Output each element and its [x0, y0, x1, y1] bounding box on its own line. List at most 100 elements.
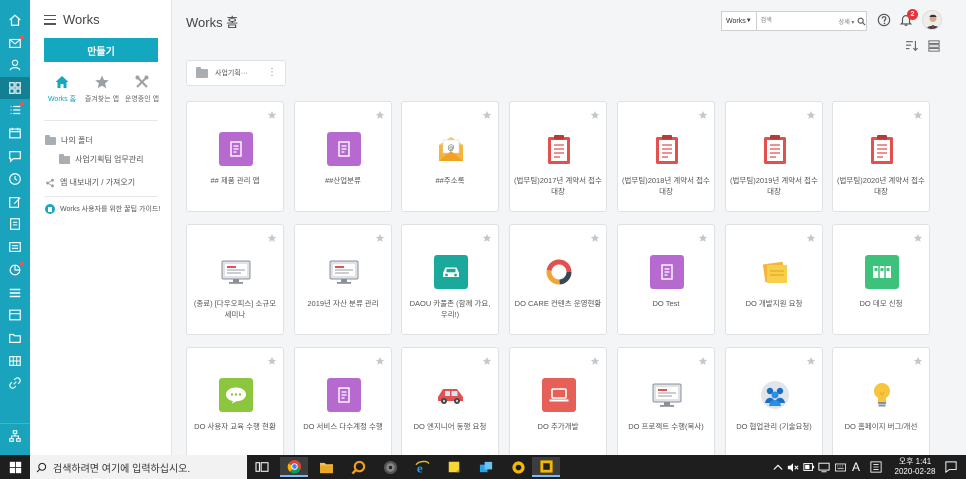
- app-tile[interactable]: @ ##주소록: [401, 101, 499, 212]
- app-tile[interactable]: DO 협업관리 (기술요청): [725, 347, 823, 455]
- avatar[interactable]: [922, 10, 942, 30]
- grid-table-icon[interactable]: [0, 350, 30, 372]
- stack-icon[interactable]: [0, 282, 30, 304]
- app-tile[interactable]: DO 프로젝트 수행(복사): [617, 347, 715, 455]
- detail-search-toggle[interactable]: 상세 ▾: [839, 17, 858, 26]
- favorite-star-icon[interactable]: [806, 353, 816, 365]
- hamburger-menu-icon[interactable]: [44, 14, 56, 25]
- help-icon[interactable]: [877, 13, 891, 27]
- tab-works-home[interactable]: Works 홈: [42, 74, 82, 104]
- app-tile[interactable]: ##산업분류: [294, 101, 392, 212]
- app-tile[interactable]: (법무팀)2018년 계약서 접수 대장: [617, 101, 715, 212]
- magnifier-app-icon[interactable]: [344, 457, 372, 477]
- taskbar-search-box[interactable]: 검색하려면 여기에 입력하십시오.: [30, 455, 247, 479]
- contacts-icon[interactable]: [0, 54, 30, 76]
- my-folder-item[interactable]: 나의 폴더: [45, 134, 93, 146]
- board-icon[interactable]: [0, 236, 30, 258]
- favorite-star-icon[interactable]: [913, 353, 923, 365]
- internet-explorer-icon[interactable]: e: [408, 457, 436, 477]
- guide-link[interactable]: Works 사용자를 위한 꿀팁 가이드!: [45, 204, 160, 214]
- app-import-export-item[interactable]: 앱 내보내기 / 가져오기: [45, 177, 135, 188]
- app-tile[interactable]: DO 홈페이지 버그/개선: [832, 347, 930, 455]
- app-tile[interactable]: (법무팀)2019년 계약서 접수 대장: [725, 101, 823, 212]
- subfolder-item[interactable]: 사업기획팀 업무관리: [59, 153, 143, 165]
- link-icon[interactable]: [0, 372, 30, 394]
- document-icon[interactable]: [0, 213, 30, 235]
- app-tile[interactable]: DO CARE 컨텐츠 운영현황: [509, 224, 607, 335]
- list-icon[interactable]: [0, 99, 30, 121]
- works-icon[interactable]: [0, 77, 30, 99]
- app-disc-icon[interactable]: [376, 457, 404, 477]
- favorite-star-icon[interactable]: [698, 107, 708, 119]
- clock-icon[interactable]: [0, 168, 30, 190]
- search-scope-select[interactable]: Works ▼: [722, 12, 757, 30]
- app-tile[interactable]: DO 개발지원 요청: [725, 224, 823, 335]
- make-app-button[interactable]: 만들기: [44, 38, 158, 62]
- favorite-star-icon[interactable]: [482, 353, 492, 365]
- app-tile[interactable]: DO 데모 신청: [832, 224, 930, 335]
- search-input[interactable]: [756, 12, 839, 30]
- chrome-icon[interactable]: [280, 457, 308, 477]
- capture-app-icon[interactable]: [532, 457, 560, 477]
- survey-icon[interactable]: [0, 259, 30, 281]
- edit-icon[interactable]: [0, 191, 30, 213]
- tray-expand-icon[interactable]: [773, 455, 783, 479]
- app-tile[interactable]: DO Test: [617, 224, 715, 335]
- app-circle-icon[interactable]: [504, 457, 532, 477]
- favorite-star-icon[interactable]: [806, 107, 816, 119]
- tab-operating-apps[interactable]: 운영중인 앱: [122, 74, 162, 104]
- action-center-icon[interactable]: [945, 455, 957, 479]
- wifi-icon[interactable]: [818, 455, 830, 479]
- favorite-star-icon[interactable]: [698, 353, 708, 365]
- favorite-star-icon[interactable]: [590, 230, 600, 242]
- app-tile[interactable]: (종료) [다우오피스] 소규모 세미나: [186, 224, 284, 335]
- folder-card[interactable]: 사업기획··· ⋮: [186, 60, 286, 86]
- app-tile[interactable]: DAOU 카풀존 (함께 가요, 우리!): [401, 224, 499, 335]
- speaker-muted-icon[interactable]: [787, 455, 799, 479]
- list-view-icon[interactable]: [928, 40, 940, 52]
- battery-icon[interactable]: [803, 455, 815, 479]
- favorite-star-icon[interactable]: [375, 230, 385, 242]
- org-chart-icon[interactable]: [0, 423, 30, 447]
- favorite-star-icon[interactable]: [267, 107, 277, 119]
- folder-icon[interactable]: [0, 327, 30, 349]
- app-tile[interactable]: DO 추가개발: [509, 347, 607, 455]
- sticky-notes-icon[interactable]: [440, 457, 468, 477]
- favorite-star-icon[interactable]: [482, 107, 492, 119]
- app-tile[interactable]: DO 서비스 다수계정 수행: [294, 347, 392, 455]
- file-explorer-icon[interactable]: [312, 457, 340, 477]
- favorite-star-icon[interactable]: [375, 353, 385, 365]
- report-icon[interactable]: [0, 304, 30, 326]
- favorite-star-icon[interactable]: [913, 230, 923, 242]
- favorite-star-icon[interactable]: [375, 107, 385, 119]
- favorite-star-icon[interactable]: [698, 230, 708, 242]
- search-icon[interactable]: [857, 12, 866, 30]
- mail-icon[interactable]: [0, 32, 30, 54]
- favorite-star-icon[interactable]: [913, 107, 923, 119]
- app-tile[interactable]: 2019년 자산 분류 관리: [294, 224, 392, 335]
- app-tile[interactable]: DO 엔지니어 동행 요청: [401, 347, 499, 455]
- taskbar-clock[interactable]: 오후 1:41 2020-02-28: [890, 457, 940, 477]
- app-tile[interactable]: (법무팀)2020년 계약서 접수 대장: [832, 101, 930, 212]
- sort-icon[interactable]: [905, 40, 919, 52]
- network-app-icon[interactable]: [472, 457, 500, 477]
- more-options-icon[interactable]: ⋮: [267, 67, 277, 79]
- favorite-star-icon[interactable]: [806, 230, 816, 242]
- favorite-star-icon[interactable]: [482, 230, 492, 242]
- calendar-icon[interactable]: [0, 122, 30, 144]
- windows-start-icon[interactable]: [0, 455, 30, 479]
- task-view-icon[interactable]: [248, 457, 276, 477]
- favorite-star-icon[interactable]: [267, 230, 277, 242]
- favorite-star-icon[interactable]: [267, 353, 277, 365]
- chat-icon[interactable]: [0, 145, 30, 167]
- app-tile[interactable]: ## 제품 관리 앱: [186, 101, 284, 212]
- home-icon[interactable]: [0, 9, 30, 31]
- app-tile[interactable]: (법무팀)2017년 계약서 접수 대장: [509, 101, 607, 212]
- app-tile[interactable]: DO 사용자 교육 수행 현황: [186, 347, 284, 455]
- favorite-star-icon[interactable]: [590, 107, 600, 119]
- favorite-star-icon[interactable]: [590, 353, 600, 365]
- ime-mode-indicator[interactable]: A: [852, 455, 860, 479]
- keyboard-icon[interactable]: [835, 455, 846, 479]
- ime-pad-icon[interactable]: [870, 455, 882, 479]
- tab-favorite-apps[interactable]: 즐겨찾는 앱: [82, 74, 122, 104]
